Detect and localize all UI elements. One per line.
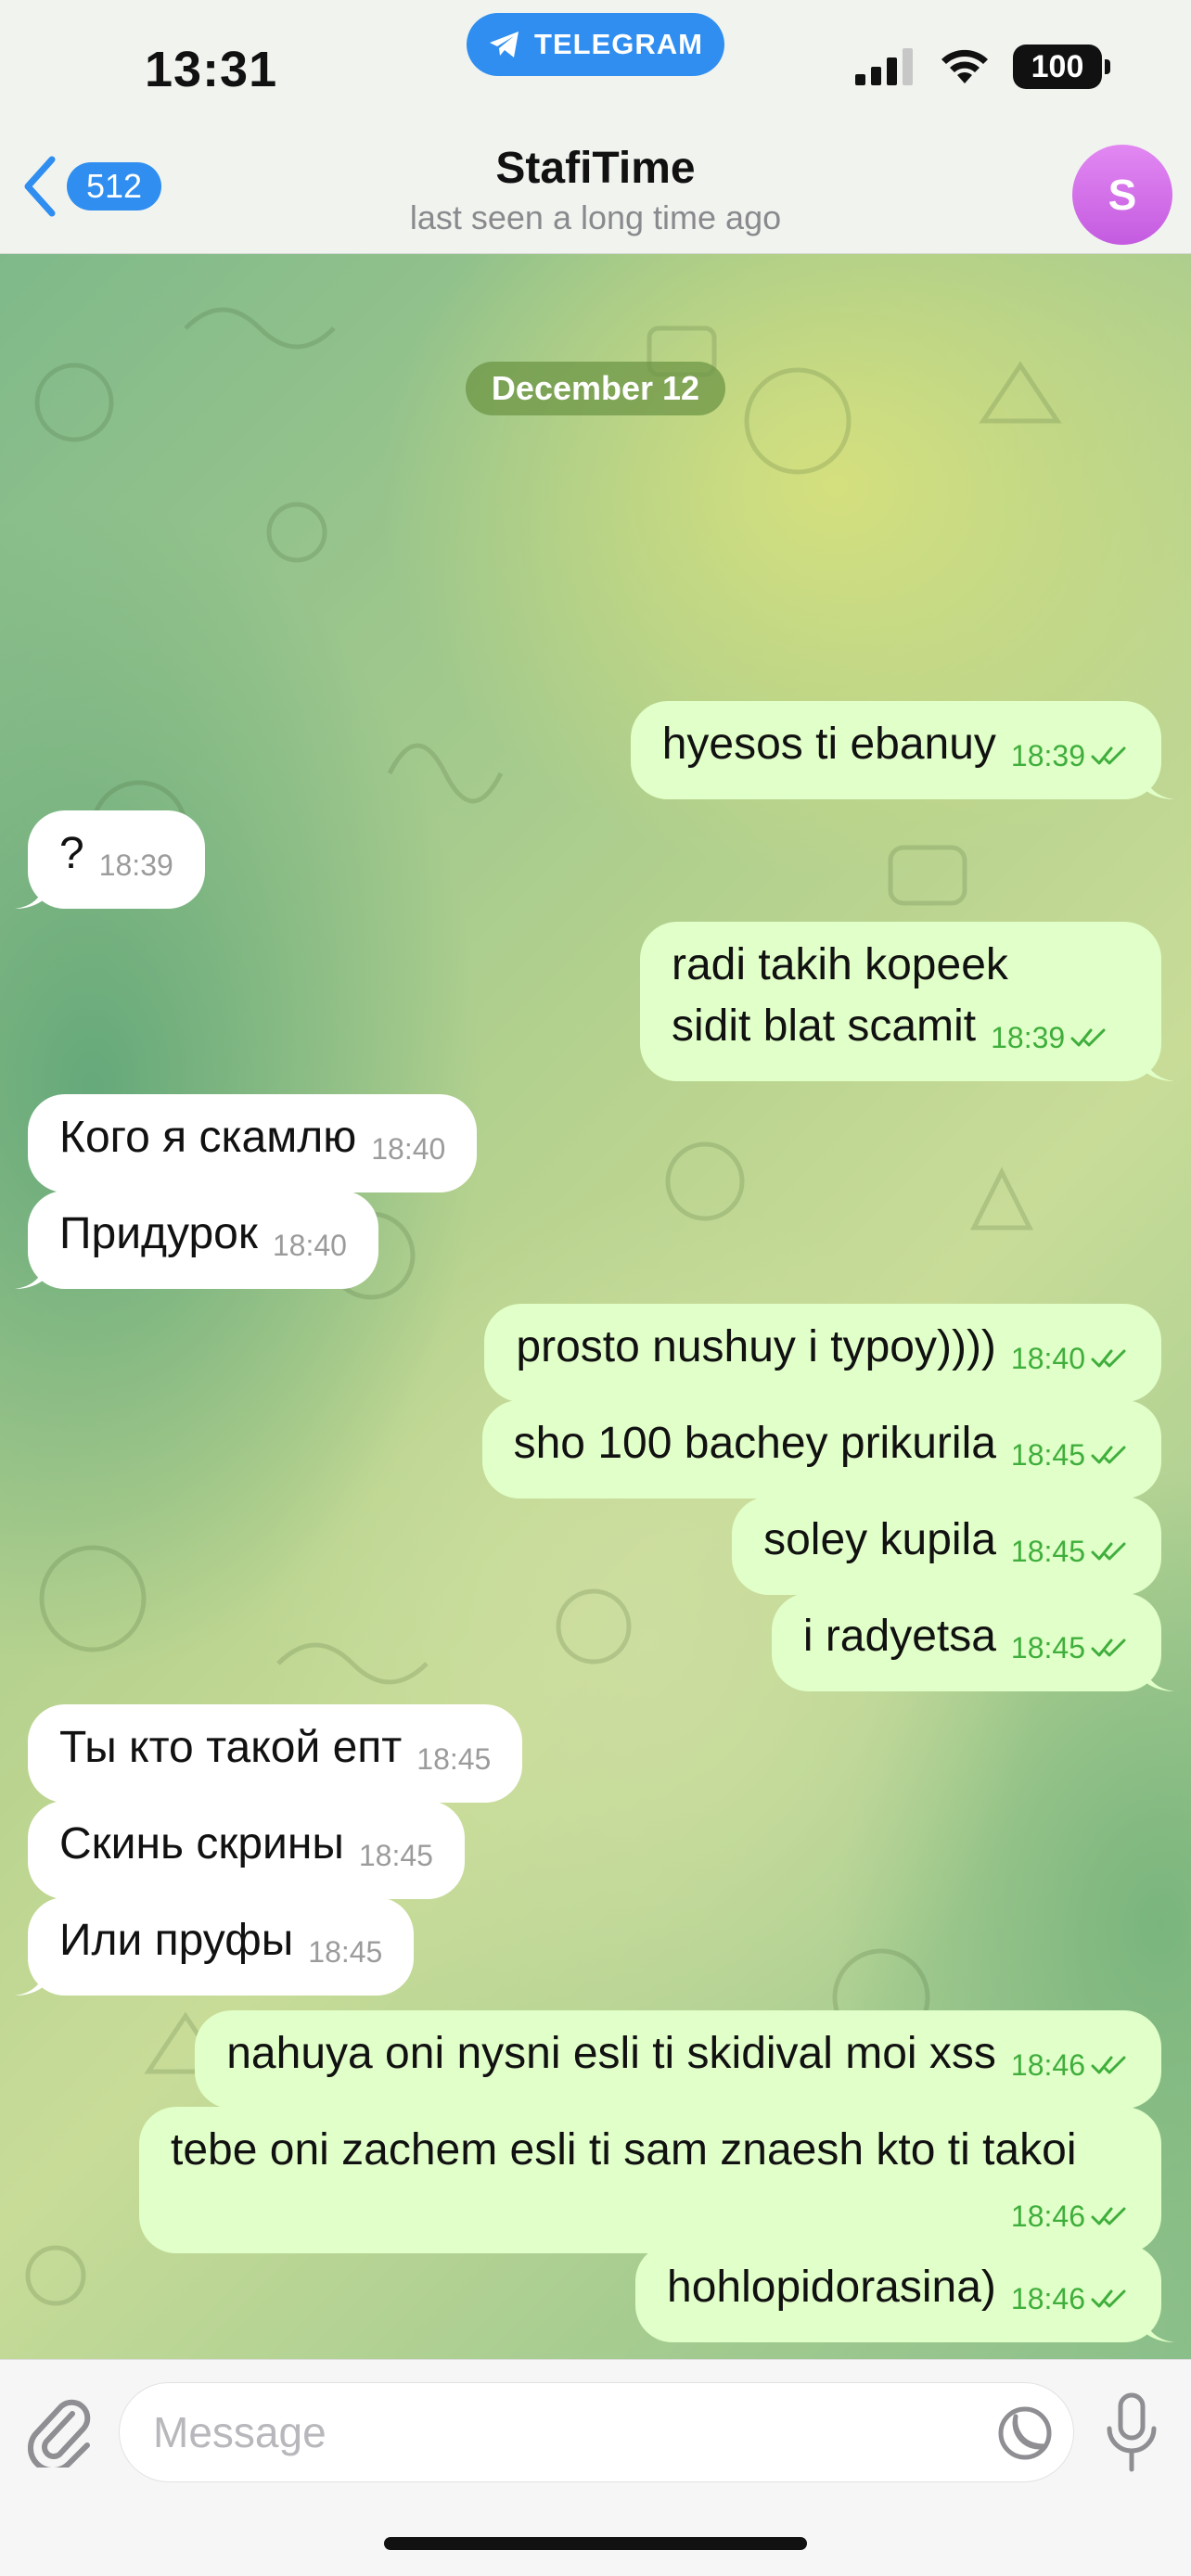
battery-indicator: 100 (1013, 45, 1110, 89)
double-check-icon (1091, 746, 1126, 765)
message-meta: 18:46 (1011, 2034, 1130, 2096)
sticker-icon[interactable] (997, 2405, 1053, 2461)
message-outgoing[interactable]: sho 100 bachey prikurila 18:45 (481, 1400, 1161, 1498)
message-time: 18:40 (1010, 1342, 1085, 1375)
message-meta: 18:45 (1011, 1617, 1130, 1678)
double-check-icon (1091, 1349, 1126, 1368)
message-text: prosto nushuy i typoy)))) (516, 1322, 996, 1371)
message-outgoing[interactable]: hohlopidorasina) 18:46 (635, 2244, 1161, 2342)
message-outgoing[interactable]: hyesos ti ebanuy 18:39 (630, 701, 1161, 799)
message-time: 18:40 (371, 1132, 446, 1166)
status-icons: 100 (855, 45, 1110, 89)
message-text: Скинь скрины (59, 1819, 344, 1868)
top-bar: 13:31 TELEGRAM 100 512 StafiTime last se… (0, 0, 1191, 254)
message-text: i radyetsa (802, 1612, 996, 1661)
message-text: Придурок (59, 1209, 258, 1258)
message-meta: 18:46 (1011, 2192, 1130, 2240)
status-time: 13:31 (145, 42, 278, 97)
message-text: soley kupila (763, 1515, 996, 1564)
message-text: Кого я скамлю (59, 1113, 357, 1162)
message-outgoing[interactable]: nahuya oni nysni esli ti skidival moi xs… (195, 2010, 1161, 2109)
message-time: 18:46 (1010, 2048, 1085, 2082)
message-meta: 18:39 (991, 1007, 1109, 1068)
double-check-icon (1091, 2056, 1126, 2074)
double-check-icon (1091, 1542, 1126, 1561)
telegram-icon (490, 32, 519, 57)
message-text-line: radi takih kopeek (672, 940, 1008, 989)
double-check-icon (1091, 1639, 1126, 1657)
message-incoming[interactable]: Придурок 18:40 (28, 1191, 378, 1289)
message-meta: 18:46 (1011, 2268, 1130, 2329)
message-meta: 18:45 (1011, 1424, 1130, 1486)
message-incoming[interactable]: Скинь скрины 18:45 (28, 1801, 465, 1899)
message-time: 18:40 (272, 1229, 347, 1262)
message-time: 18:45 (308, 1935, 383, 1969)
telegram-pill-label: TELEGRAM (534, 28, 703, 60)
message-incoming[interactable]: Кого я скамлю 18:40 (28, 1094, 478, 1192)
message-outgoing[interactable]: soley kupila 18:45 (732, 1497, 1161, 1595)
message-meta: 18:45 (308, 1921, 382, 1983)
message-incoming[interactable]: Ты кто такой епт 18:45 (28, 1704, 523, 1803)
message-text: Ты кто такой епт (59, 1723, 403, 1772)
paperclip-icon[interactable] (26, 2393, 93, 2468)
message-time: 18:45 (358, 1839, 433, 1872)
message-meta: 18:39 (99, 835, 173, 896)
message-time: 18:45 (1010, 1535, 1085, 1568)
message-time: 18:39 (98, 848, 173, 882)
message-outgoing[interactable]: radi takih kopeek sidit blat scamit 18:39 (640, 922, 1161, 1081)
message-time: 18:45 (1010, 1438, 1085, 1472)
message-outgoing[interactable]: tebe oni zachem esli ti sam znaesh kto t… (139, 2107, 1161, 2253)
message-outgoing[interactable]: i radyetsa 18:45 (771, 1593, 1161, 1691)
message-time: 18:46 (1010, 2200, 1085, 2233)
avatar[interactable]: S (1072, 145, 1172, 245)
double-check-icon (1091, 1446, 1126, 1464)
message-time: 18:39 (1010, 739, 1085, 772)
chat-title[interactable]: StafiTime (0, 143, 1191, 194)
message-time: 18:45 (416, 1742, 492, 1776)
message-meta: 18:45 (416, 1728, 491, 1790)
message-text: sho 100 bachey prikurila (513, 1419, 996, 1468)
message-text: nahuya oni nysni esli ti skidival moi xs… (226, 2029, 996, 2078)
double-check-icon (1070, 1028, 1106, 1047)
message-text: hohlopidorasina) (667, 2263, 996, 2312)
message-input-placeholder: Message (153, 2408, 327, 2456)
message-meta: 18:39 (1011, 725, 1130, 786)
message-meta: 18:45 (359, 1825, 433, 1886)
message-time: 18:45 (1010, 1631, 1085, 1664)
message-meta: 18:40 (1011, 1328, 1130, 1389)
chat-area[interactable]: December 12 hyesos ti ebanuy 18:39 ? 18:39… (0, 254, 1191, 2359)
message-text: ? (59, 829, 84, 878)
double-check-icon (1091, 2207, 1126, 2225)
message-meta: 18:45 (1011, 1521, 1130, 1582)
message-text: tebe oni zachem esli ti sam znaesh kto t… (171, 2125, 1077, 2174)
wifi-icon (941, 49, 988, 83)
message-input[interactable]: Message (119, 2382, 1074, 2482)
message-text: hyesos ti ebanuy (661, 720, 996, 769)
message-outgoing[interactable]: prosto nushuy i typoy)))) 18:40 (484, 1304, 1161, 1402)
message-meta: 18:40 (273, 1215, 347, 1276)
message-text-line: sidit blat scamit (672, 1001, 977, 1051)
home-indicator[interactable] (384, 2537, 807, 2550)
message-meta: 18:40 (371, 1118, 445, 1180)
microphone-icon[interactable] (1102, 2391, 1161, 2475)
signal-icon (855, 48, 913, 85)
double-check-icon (1091, 2289, 1126, 2308)
telegram-chat-screen: 13:31 TELEGRAM 100 512 StafiTime last se… (0, 0, 1191, 2576)
telegram-return-pill[interactable]: TELEGRAM (467, 13, 724, 76)
message-incoming[interactable]: ? 18:39 (28, 810, 205, 909)
message-incoming[interactable]: Или пруфы 18:45 (28, 1897, 415, 1996)
date-separator: December 12 (466, 362, 725, 415)
last-seen-status: last seen a long time ago (409, 198, 782, 236)
message-text: Или пруфы (59, 1916, 294, 1965)
message-time: 18:39 (991, 1021, 1066, 1054)
message-time: 18:46 (1010, 2282, 1085, 2315)
